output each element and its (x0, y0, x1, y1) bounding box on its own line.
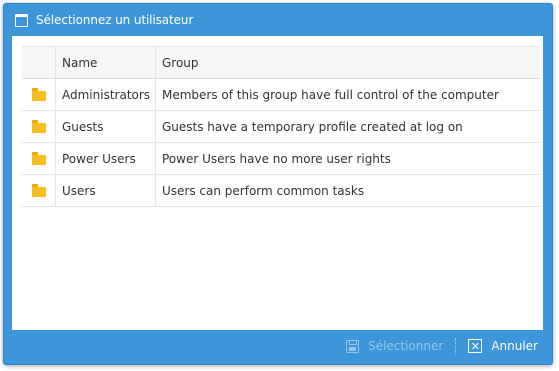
cancel-button-label: Annuler (491, 339, 538, 353)
row-name: Administrators (56, 79, 156, 110)
row-group: Power Users have no more user rights (162, 151, 391, 166)
row-name: Users (56, 175, 156, 206)
users-grid: Name Group Administrators Members of thi… (22, 46, 540, 207)
window-icon (15, 13, 28, 27)
row-group: Guests have a temporary profile created … (162, 119, 463, 134)
row-name: Guests (56, 111, 156, 142)
grid-header: Name Group (22, 46, 540, 79)
column-header-group[interactable]: Group (156, 47, 540, 78)
folder-icon (31, 151, 46, 165)
dialog-content: Name Group Administrators Members of thi… (12, 36, 543, 330)
folder-icon (31, 183, 46, 197)
dialog-footer: Sélectionner ✕ Annuler (4, 328, 552, 364)
save-icon (346, 339, 360, 353)
footer-separator (455, 338, 457, 354)
column-header-icon[interactable] (22, 47, 56, 78)
dialog-title: Sélectionnez un utilisateur (36, 13, 194, 27)
column-header-name[interactable]: Name (56, 47, 156, 78)
table-row[interactable]: Power Users Power Users have no more use… (22, 143, 540, 175)
select-user-dialog: Sélectionnez un utilisateur Name Group A… (3, 3, 553, 365)
cancel-button[interactable]: ✕ Annuler (468, 339, 538, 353)
table-row[interactable]: Users Users can perform common tasks (22, 175, 540, 207)
select-button-label: Sélectionner (368, 339, 444, 353)
row-group: Members of this group have full control … (162, 87, 499, 102)
row-group: Users can perform common tasks (162, 183, 365, 198)
table-row[interactable]: Administrators Members of this group hav… (22, 79, 540, 111)
close-icon: ✕ (468, 339, 483, 353)
select-button[interactable]: Sélectionner (346, 339, 443, 353)
table-row[interactable]: Guests Guests have a temporary profile c… (22, 111, 540, 143)
folder-icon (31, 87, 46, 101)
dialog-titlebar[interactable]: Sélectionnez un utilisateur (4, 4, 552, 36)
folder-icon (31, 119, 46, 133)
row-name: Power Users (56, 143, 156, 174)
